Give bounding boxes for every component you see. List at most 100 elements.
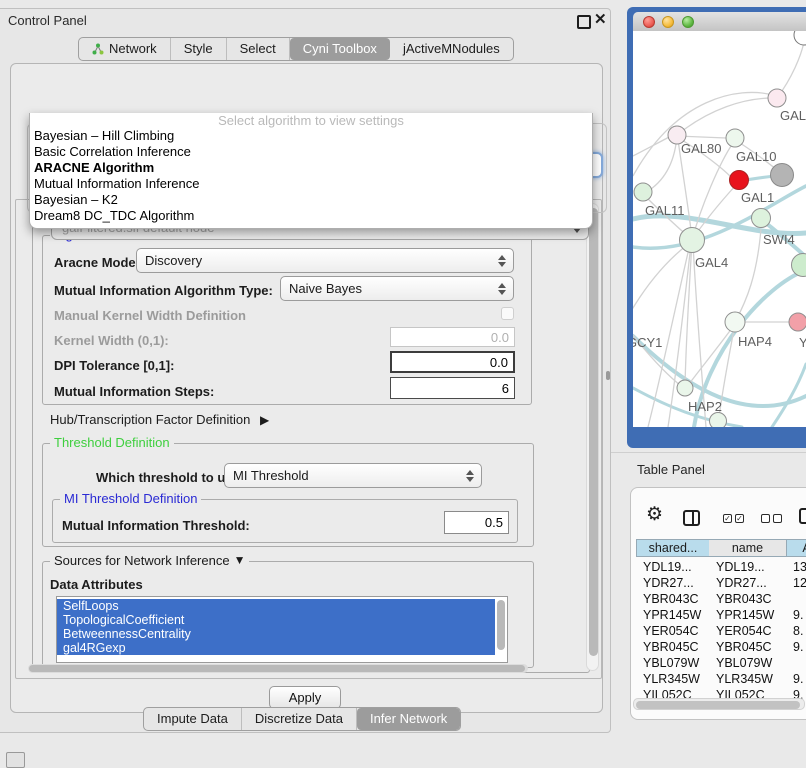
settings-scroll-viewport: Cyni Algorithm Settings Algorithm Defini… <box>15 199 602 679</box>
node-label: GAL10 <box>736 149 776 164</box>
close-traffic-light[interactable] <box>643 16 655 28</box>
tab-impute-data[interactable]: Impute Data <box>144 708 242 730</box>
node[interactable] <box>710 413 727 428</box>
table-mode-icon[interactable] <box>799 508 806 524</box>
gear-icon[interactable]: ⚙ <box>646 505 663 524</box>
settings-vscrollbar-track[interactable] <box>586 203 599 671</box>
table-panel: ⚙ ✓ ✓ shared... name A YDL19... YDL19...… <box>630 487 806 720</box>
tab-discretize-data[interactable]: Discretize Data <box>242 708 357 730</box>
node-label: HAP4 <box>738 334 772 349</box>
deselect-all-checkbox-icon[interactable] <box>773 514 782 523</box>
close-icon[interactable]: ✕ <box>594 10 607 28</box>
which-threshold-select[interactable]: MI Threshold <box>224 463 482 488</box>
node[interactable] <box>794 31 806 45</box>
list-item[interactable]: SelfLoops <box>57 599 495 613</box>
node[interactable] <box>768 89 786 107</box>
column-header-shared-name[interactable]: shared... <box>636 539 709 557</box>
node-gal10[interactable] <box>726 129 744 147</box>
node-pink[interactable] <box>789 313 806 331</box>
minimize-traffic-light[interactable] <box>662 16 674 28</box>
node-hap2[interactable] <box>677 380 693 396</box>
collapse-down-icon[interactable]: ▼ <box>234 554 246 567</box>
tab-infer-network[interactable]: Infer Network <box>357 708 460 730</box>
table-panel-header: Table Panel <box>611 452 806 487</box>
select-all-checkbox-icon[interactable]: ✓ <box>723 514 732 523</box>
mi-threshold-input[interactable]: 0.5 <box>444 511 509 534</box>
control-panel: Control Panel ✕ Network Style Select Cyn… <box>0 8 611 733</box>
table-panel-title: Table Panel <box>637 462 705 477</box>
mi-threshold-label: Mutual Information Threshold: <box>62 518 250 533</box>
network-node-labels: GAL GAL80 GAL10 GAL1 GAL11 SWI4 GAL4 GCY… <box>633 108 806 414</box>
node-gal4[interactable] <box>680 228 705 253</box>
network-graph: GAL GAL80 GAL10 GAL1 GAL11 SWI4 GAL4 GCY… <box>633 31 806 427</box>
algorithm-option[interactable]: Dream8 DC_TDC Algorithm <box>30 208 592 224</box>
list-item[interactable]: TopologicalCoefficient <box>57 613 495 627</box>
aracne-mode-label: Aracne Mode: <box>54 255 140 270</box>
list-scrollbar[interactable] <box>497 600 505 650</box>
tab-network[interactable]: Network <box>79 38 171 60</box>
mi-threshold-definition-legend: MI Threshold Definition <box>60 492 201 505</box>
node-gray[interactable] <box>771 164 794 187</box>
mi-algorithm-type-label: Mutual Information Algorithm Type: <box>54 283 273 298</box>
algorithm-option-selected[interactable]: ARACNE Algorithm <box>30 160 592 176</box>
manual-kernel-width-label: Manual Kernel Width Definition <box>54 308 246 323</box>
combo-arrows-icon <box>466 470 474 482</box>
manual-kernel-width-checkbox[interactable] <box>501 307 514 320</box>
tab-select[interactable]: Select <box>227 38 290 60</box>
hub-tf-section-toggle[interactable]: Hub/Transcription Factor Definition ▶ <box>50 412 269 427</box>
aracne-mode-select[interactable]: Discovery <box>136 248 514 273</box>
node-label: SWI4 <box>763 232 795 247</box>
algorithm-option[interactable]: Bayesian – K2 <box>30 192 592 208</box>
which-threshold-label: Which threshold to use: <box>96 470 244 485</box>
float-window-icon[interactable] <box>577 15 591 29</box>
network-view-window[interactable]: GAL GAL80 GAL10 GAL1 GAL11 SWI4 GAL4 GCY… <box>627 7 806 448</box>
combo-arrows-icon <box>498 283 506 295</box>
node-hap4[interactable] <box>725 312 745 332</box>
column-header-cut[interactable]: A <box>786 539 806 557</box>
mi-steps-input[interactable]: 6 <box>390 377 515 399</box>
dpi-tolerance-input[interactable]: 0.0 <box>390 351 515 373</box>
data-attributes-list: SelfLoops TopologicalCoefficient Between… <box>56 596 508 663</box>
table-hscrollbar[interactable] <box>633 698 805 710</box>
tab-style[interactable]: Style <box>171 38 227 60</box>
algorithm-placeholder: Select algorithm to view settings <box>30 113 592 128</box>
network-nodes <box>633 31 806 427</box>
combo-arrows-icon <box>498 255 506 267</box>
list-item[interactable]: gal4RGexp <box>57 641 495 655</box>
node-red[interactable] <box>730 171 749 190</box>
apply-button[interactable]: Apply <box>269 686 341 709</box>
deselect-all-checkbox-icon[interactable] <box>761 514 770 523</box>
zoom-traffic-light[interactable] <box>682 16 694 28</box>
algorithm-option[interactable]: Mutual Information Inference <box>30 176 592 192</box>
list-item[interactable]: BetweennessCentrality <box>57 627 495 641</box>
settings-hscrollbar[interactable] <box>28 664 528 673</box>
algorithm-option[interactable]: Basic Correlation Inference <box>30 144 592 160</box>
node-label: HAP2 <box>688 399 722 414</box>
select-all-checkbox-icon[interactable]: ✓ <box>735 514 744 523</box>
node-label: GAL <box>780 108 806 123</box>
node[interactable] <box>792 254 806 277</box>
control-panel-tabbar: Network Style Select Cyni Toolbox jActiv… <box>78 37 514 61</box>
algorithm-option[interactable]: Bayesian – Hill Climbing <box>30 128 592 144</box>
bottom-tabbar: Impute Data Discretize Data Infer Networ… <box>143 707 461 731</box>
sources-legend: Sources for Network Inference ▼ <box>50 554 249 567</box>
settings-vscrollbar-thumb[interactable] <box>589 208 598 656</box>
node-swi4[interactable] <box>752 209 771 228</box>
network-canvas[interactable]: GAL GAL80 GAL10 GAL1 GAL11 SWI4 GAL4 GCY… <box>633 31 806 427</box>
threshold-definition-legend: Threshold Definition <box>50 436 174 449</box>
mi-steps-label: Mutual Information Steps: <box>54 384 214 399</box>
column-layout-icon[interactable] <box>683 510 700 526</box>
kernel-width-input[interactable]: 0.0 <box>390 327 515 347</box>
column-header-name[interactable]: name <box>709 539 786 557</box>
network-window-titlebar[interactable] <box>633 12 806 32</box>
panel-splitter-handle[interactable] <box>606 371 610 380</box>
tab-jactivemnodules[interactable]: jActiveMNodules <box>390 38 513 60</box>
docked-panel-icon[interactable] <box>6 752 25 768</box>
node-label: GAL80 <box>681 141 721 156</box>
node-label: GAL11 <box>645 203 685 218</box>
node-gal11[interactable] <box>634 183 652 201</box>
kernel-width-label: Kernel Width (0,1): <box>54 333 169 348</box>
mi-algorithm-type-select[interactable]: Naive Bayes <box>280 276 514 301</box>
control-panel-title: Control Panel <box>8 13 87 28</box>
tab-cyni-toolbox[interactable]: Cyni Toolbox <box>290 38 390 60</box>
